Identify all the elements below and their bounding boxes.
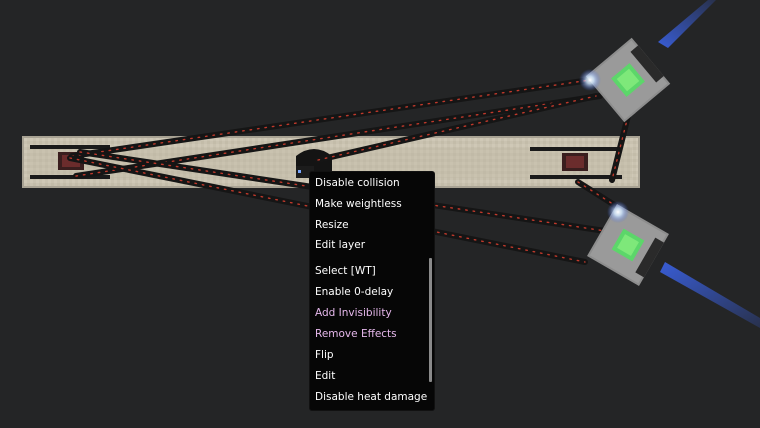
glow-lower: [607, 201, 629, 223]
menu-item-flip[interactable]: Flip: [315, 345, 334, 365]
menu-scrollbar[interactable]: [429, 258, 432, 382]
laser-beam-lower: [660, 262, 760, 328]
menu-item-select-wt[interactable]: Select [WT]: [315, 261, 376, 281]
menu-item-edit-layer[interactable]: Edit layer: [315, 235, 365, 255]
menu-item-remove-effects[interactable]: Remove Effects: [315, 324, 397, 344]
context-menu: Disable collision Make weightless Resize…: [310, 172, 434, 410]
menu-item-disable-collision[interactable]: Disable collision: [315, 173, 400, 193]
menu-item-enable-0-delay[interactable]: Enable 0-delay: [315, 282, 393, 302]
glow-upper: [579, 69, 601, 91]
menu-item-add-invisibility[interactable]: Add Invisibility: [315, 303, 392, 323]
laser-beam-upper: [658, 0, 716, 48]
menu-item-make-weightless[interactable]: Make weightless: [315, 194, 402, 214]
menu-item-disable-heat-damage[interactable]: Disable heat damage: [315, 387, 427, 407]
menu-item-resize[interactable]: Resize: [315, 215, 349, 235]
menu-item-edit[interactable]: Edit: [315, 366, 335, 386]
